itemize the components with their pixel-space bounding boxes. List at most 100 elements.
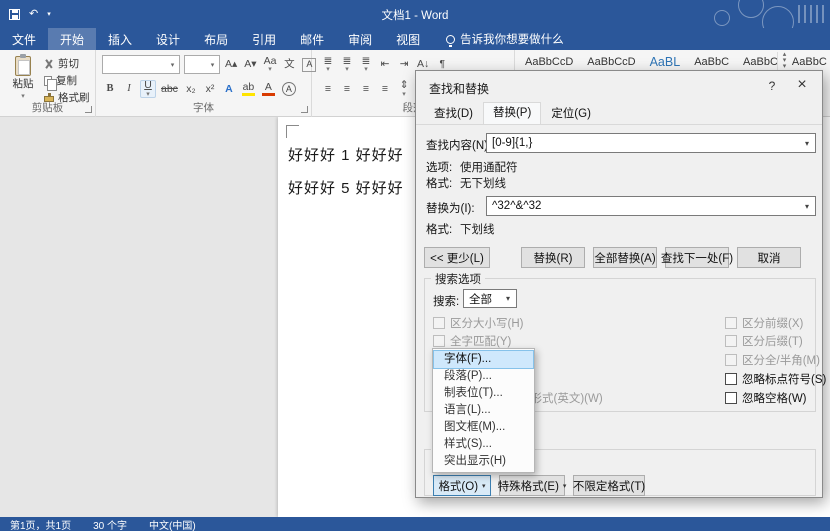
strikethrough-button[interactable]: abc	[159, 80, 180, 98]
change-case-button[interactable]: Aa▾	[262, 56, 279, 74]
subscript-button[interactable]: x₂	[183, 80, 199, 98]
phonetic-guide-button[interactable]: 文	[281, 56, 297, 74]
special-menu-button[interactable]: 特殊格式(E) ▾	[499, 475, 565, 496]
menu-item-style[interactable]: 样式(S)...	[434, 436, 533, 453]
italic-button[interactable]: I	[121, 80, 137, 98]
numbering-button[interactable]: ≣▾	[339, 56, 355, 74]
checkbox-label: 忽略标点符号(S)	[742, 371, 826, 387]
font-dialog-launcher-icon[interactable]	[301, 106, 308, 113]
dialog-tab-goto[interactable]: 定位(G)	[541, 103, 601, 124]
copy-button[interactable]: 复制	[44, 73, 77, 88]
dialog-help-button[interactable]: ?	[764, 79, 780, 93]
style-chip[interactable]: AaBbC	[788, 55, 830, 69]
search-direction-combo[interactable]: 全部 ▾	[463, 289, 517, 308]
checkbox-ignore-punctuation[interactable]: 忽略标点符号(S)	[725, 371, 826, 387]
font-size-combo[interactable]: ▾	[184, 55, 220, 74]
enclose-characters-button[interactable]: A	[280, 80, 298, 98]
style-chip[interactable]: AaBL	[646, 54, 685, 70]
align-left-button[interactable]: ≡	[320, 80, 336, 98]
find-options-value: 使用通配符	[460, 159, 518, 175]
document-text-line[interactable]: 好好好 5 好好好	[288, 177, 404, 198]
replace-all-button[interactable]: 全部替换(A)	[593, 247, 657, 268]
less-button[interactable]: << 更少(L)	[424, 247, 490, 268]
replace-with-combo[interactable]: ^32^&^32 ▾	[486, 196, 816, 216]
qat-customize-icon[interactable]: ▾	[47, 10, 51, 18]
save-icon[interactable]	[9, 9, 20, 20]
checkbox-whole-words[interactable]: 全字匹配(Y)	[433, 333, 511, 349]
menu-item-frame[interactable]: 图文框(M)...	[434, 419, 533, 436]
find-what-caret-icon[interactable]: ▾	[799, 134, 815, 152]
decor-circle	[762, 6, 794, 28]
replace-button[interactable]: 替换(R)	[521, 247, 585, 268]
replace-with-caret-icon[interactable]: ▾	[799, 197, 815, 215]
cancel-button[interactable]: 取消	[737, 247, 801, 268]
checkbox-match-suffix[interactable]: 区分后缀(T)	[725, 333, 803, 349]
menu-item-paragraph[interactable]: 段落(P)...	[434, 368, 533, 385]
special-button-label: 特殊格式(E)	[498, 478, 559, 494]
highlight-color-button[interactable]: ab	[240, 80, 257, 98]
tab-insert[interactable]: 插入	[96, 28, 144, 50]
align-center-button[interactable]: ≡	[339, 80, 355, 98]
grow-font-button[interactable]: A▴	[223, 56, 239, 74]
checkbox-full-half-width[interactable]: 区分全/半角(M)	[725, 352, 820, 368]
document-text-line[interactable]: 好好好 1 好好好	[288, 144, 404, 165]
bullets-button[interactable]: ≣▾	[320, 56, 336, 74]
margin-crop-mark	[286, 125, 299, 138]
superscript-button[interactable]: x²	[202, 80, 218, 98]
status-word-count[interactable]: 30 个字	[93, 517, 127, 531]
paste-button[interactable]: 粘贴 ▾	[6, 54, 40, 102]
group-font: ▾ ▾ A▴ A▾ Aa▾ 文 A B I U▾ abc x₂ x² A	[96, 50, 312, 117]
tab-mailings[interactable]: 邮件	[288, 28, 336, 50]
find-format-label: 格式:	[426, 175, 452, 191]
tab-file[interactable]: 文件	[0, 28, 48, 50]
checkbox-match-prefix[interactable]: 区分前缀(X)	[725, 315, 803, 331]
justify-button[interactable]: ≡	[377, 80, 393, 98]
tab-view[interactable]: 视图	[384, 28, 432, 50]
tell-me-box[interactable]: 告诉我你想要做什么	[436, 28, 574, 50]
style-chip[interactable]: AaBbC	[739, 55, 782, 69]
cut-button[interactable]: 剪切	[44, 56, 79, 71]
menu-item-tabs[interactable]: 制表位(T)...	[434, 385, 533, 402]
checkbox-match-case[interactable]: 区分大小写(H)	[433, 315, 523, 331]
decor-bars	[798, 5, 824, 23]
clipboard-dialog-launcher-icon[interactable]	[85, 106, 92, 113]
font-name-combo[interactable]: ▾	[102, 55, 180, 74]
underline-button[interactable]: U▾	[140, 80, 156, 98]
text-effects-button[interactable]: A	[221, 80, 237, 98]
multilevel-list-button[interactable]: ≣▾	[358, 56, 374, 74]
find-next-button[interactable]: 查找下一处(F)	[665, 247, 729, 268]
styles-gallery-scroll[interactable]: ▴ ▾ ▾	[777, 52, 791, 72]
undo-icon[interactable]: ↶	[29, 9, 38, 20]
style-chip[interactable]: AaBbCcD	[521, 55, 577, 69]
decrease-indent-button[interactable]: ⇤	[377, 56, 393, 74]
tab-layout[interactable]: 布局	[192, 28, 240, 50]
increase-indent-button[interactable]: ⇥	[396, 56, 412, 74]
tab-references[interactable]: 引用	[240, 28, 288, 50]
tab-review[interactable]: 审阅	[336, 28, 384, 50]
menu-item-highlight[interactable]: 突出显示(H)	[434, 453, 533, 470]
format-menu-button[interactable]: 格式(O) ▾	[433, 475, 491, 496]
shrink-font-button[interactable]: A▾	[242, 56, 258, 74]
line-spacing-button[interactable]: ⇕▾	[396, 80, 412, 98]
dialog-tab-find[interactable]: 查找(D)	[424, 103, 483, 124]
dialog-close-button[interactable]: ×	[792, 76, 812, 94]
style-chip[interactable]: AaBbCcD	[583, 55, 639, 69]
status-page-info[interactable]: 第1页，共1页	[10, 517, 71, 531]
checkbox-ignore-whitespace[interactable]: 忽略空格(W)	[725, 390, 807, 406]
menu-item-language[interactable]: 语言(L)...	[434, 402, 533, 419]
no-formatting-button[interactable]: 不限定格式(T)	[573, 475, 645, 496]
tab-home[interactable]: 开始	[48, 28, 96, 50]
dialog-tab-replace[interactable]: 替换(P)	[483, 102, 541, 124]
find-what-combo[interactable]: [0-9]{1,} ▾	[486, 133, 816, 153]
font-name-caret-icon[interactable]: ▾	[166, 61, 179, 69]
align-right-button[interactable]: ≡	[358, 80, 374, 98]
style-chip[interactable]: AaBbC	[690, 55, 733, 69]
bold-button[interactable]: B	[102, 80, 118, 98]
tab-design[interactable]: 设计	[144, 28, 192, 50]
font-color-button[interactable]: A	[260, 80, 277, 98]
font-size-caret-icon[interactable]: ▾	[206, 61, 219, 69]
status-language[interactable]: 中文(中国)	[149, 517, 196, 531]
menu-item-font[interactable]: 字体(F)...	[434, 351, 533, 368]
status-bar: 第1页，共1页 30 个字 中文(中国)	[0, 517, 830, 531]
search-direction-caret-icon[interactable]: ▾	[500, 290, 516, 307]
